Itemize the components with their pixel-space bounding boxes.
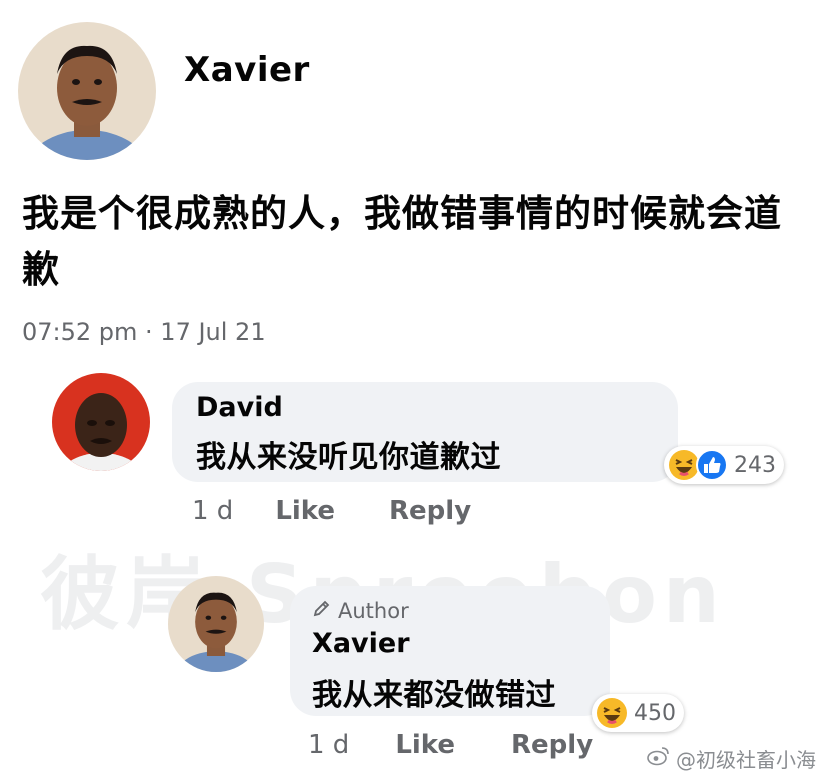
author-badge-label: Author	[338, 598, 409, 623]
comment-bubble: David 我从来没听见你道歉过	[172, 382, 678, 482]
pencil-icon	[312, 598, 332, 623]
post-author-avatar[interactable]	[18, 22, 156, 160]
reply-reaction-count: 450	[634, 700, 676, 726]
weibo-icon	[646, 746, 670, 771]
reply-actions: 1 d Like Reply	[308, 730, 593, 760]
author-badge: Author	[312, 598, 409, 623]
comment-age[interactable]: 1 d	[192, 496, 233, 526]
like-button[interactable]: Like	[275, 496, 335, 526]
like-icon	[696, 449, 728, 481]
reply-text: 我从来都没做错过	[312, 678, 556, 713]
reply-author-avatar[interactable]	[168, 576, 264, 672]
reply-reaction-summary[interactable]: 450	[592, 694, 684, 732]
reaction-summary[interactable]: 243	[664, 446, 784, 484]
reply-like-button[interactable]: Like	[395, 730, 455, 760]
comment-author-name[interactable]: David	[196, 392, 283, 423]
reply-bubble: Author Xavier 我从来都没做错过	[290, 586, 610, 716]
comment-actions: 1 d Like Reply	[192, 496, 471, 526]
reply-author-name[interactable]: Xavier	[312, 628, 410, 659]
commenter-avatar[interactable]	[52, 373, 150, 471]
credit-text: @初级社畜小海	[676, 748, 816, 772]
source-credit: @初级社畜小海	[646, 744, 816, 773]
post-author-name[interactable]: Xavier	[184, 50, 310, 90]
reply-reply-button[interactable]: Reply	[511, 730, 593, 760]
reply-age[interactable]: 1 d	[308, 730, 349, 760]
post-timestamp[interactable]: 07:52 pm · 17 Jul 21	[22, 318, 266, 346]
haha-icon	[596, 697, 628, 729]
post-text: 我是个很成熟的人，我做错事情的时候就会道歉	[22, 192, 782, 291]
reaction-count: 243	[734, 452, 776, 478]
comment-text: 我从来没听见你道歉过	[196, 440, 501, 475]
reply-button[interactable]: Reply	[389, 496, 471, 526]
